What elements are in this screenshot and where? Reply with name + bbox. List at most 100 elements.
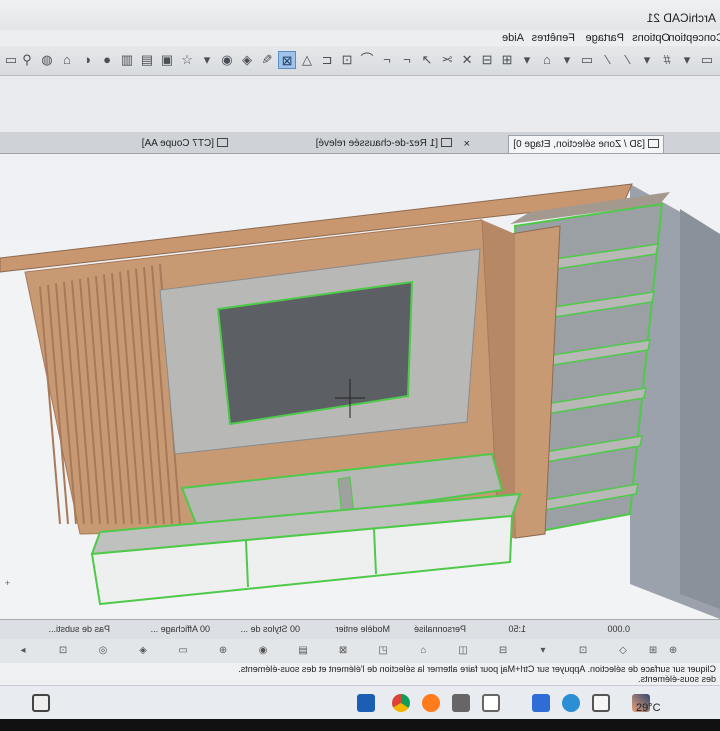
section-icon[interactable]: ⊏	[318, 51, 336, 69]
quick-tool-icon[interactable]: ⊞	[646, 644, 660, 658]
quick-tool-icon[interactable]: ◫	[456, 644, 470, 658]
pencil-icon[interactable]: ✎	[258, 51, 276, 69]
quick-tool-icon[interactable]: ▭	[176, 644, 190, 658]
lock-icon[interactable]: ▾	[558, 51, 576, 69]
menu-options[interactable]: Options	[632, 32, 670, 44]
snap-icon[interactable]: ▾	[638, 51, 656, 69]
quick-tool-icon[interactable]: ⊕	[216, 644, 230, 658]
align-icon[interactable]: ⊞	[498, 51, 516, 69]
tab-floor-plan[interactable]: [1 Rez-de-chaussée relevé]	[312, 135, 456, 153]
menu-aide[interactable]: Aide	[502, 32, 524, 44]
star-icon[interactable]: ☆	[178, 51, 196, 69]
hint-text: Cliquer sur surface de sélection. Appuye…	[238, 664, 716, 674]
dropdown-icon[interactable]: ▾	[198, 51, 216, 69]
weather-icon	[32, 694, 50, 712]
status-model-view[interactable]: Modèle entier	[335, 624, 390, 634]
status-coordinate[interactable]: 0.000	[607, 624, 630, 634]
quick-tool-icon[interactable]: ⊕	[666, 644, 680, 658]
sheet-icon[interactable]: ▤	[138, 51, 156, 69]
elevation-icon[interactable]: ⊡	[338, 51, 356, 69]
word-icon[interactable]	[532, 694, 550, 712]
archicad-icon[interactable]	[357, 694, 375, 712]
cloud-icon[interactable]: ◐	[78, 51, 96, 69]
quick-tool-icon[interactable]: ◉	[256, 644, 270, 658]
side-wall-shade	[680, 209, 720, 609]
library-icon[interactable]: ⌂	[58, 51, 76, 69]
render-icon[interactable]: ◉	[218, 51, 236, 69]
tab-plan-label: [1 Rez-de-chaussée relevé]	[315, 138, 438, 149]
pen-icon[interactable]: ∕	[618, 51, 636, 69]
image-icon[interactable]: ▣	[158, 51, 176, 69]
corner-icon[interactable]: ⌐	[378, 51, 396, 69]
quick-tool-icon[interactable]: ▤	[296, 644, 310, 658]
cross-icon[interactable]: ✕	[458, 51, 476, 69]
layout-icon[interactable]: ▥	[118, 51, 136, 69]
quick-tool-icon[interactable]: ⊡	[576, 644, 590, 658]
firefox-icon[interactable]	[422, 694, 440, 712]
settings-icon[interactable]: ◍	[38, 51, 56, 69]
section-window-icon	[217, 138, 228, 147]
triangle-icon[interactable]: △	[298, 51, 316, 69]
quick-tool-icon[interactable]: ⊡	[56, 644, 70, 658]
group-icon[interactable]: ⌂	[538, 51, 556, 69]
new-file-icon[interactable]: ▭	[698, 51, 716, 69]
hint-text-2: des sous-éléments.	[637, 674, 716, 684]
edge-icon[interactable]	[562, 694, 580, 712]
mirrored-photo-content: ArchiCAD 21 Conception Options Partage F…	[0, 0, 720, 731]
menu-fenetres[interactable]: Fenêtres	[532, 32, 575, 44]
scissors-icon[interactable]: ✂	[438, 51, 456, 69]
close-tab-icon[interactable]: ×	[464, 135, 470, 153]
quick-tool-icon[interactable]: ⌂	[416, 644, 430, 658]
chrome-icon[interactable]	[392, 694, 410, 712]
title-bar: ArchiCAD 21	[0, 0, 720, 30]
tab-3d-view[interactable]: [3D / Zone sélection, Etage 0]	[508, 135, 664, 153]
menu-partage[interactable]: Partage	[585, 32, 624, 44]
store-icon[interactable]	[452, 694, 470, 712]
3d-window-icon	[648, 139, 659, 148]
extra-icon[interactable]: ▭	[2, 51, 20, 69]
quick-options-bar: ⊕ ⊞ ◇ ⊡ ▾ ⊟ ◫ ⌂ ◰ ⊠ ▤ ◉ ⊕ ▭ ◈ ◎ ⊡ ▸	[0, 639, 720, 663]
quick-tool-icon[interactable]: ⊟	[496, 644, 510, 658]
tab-section[interactable]: [CT7 Coupe AA]	[138, 135, 232, 153]
marquee-icon[interactable]: ⊠	[278, 51, 296, 69]
trace-icon[interactable]: ↗	[418, 51, 436, 69]
menu-conception[interactable]: Conception	[668, 32, 720, 44]
globe-icon[interactable]: ●	[98, 51, 116, 69]
layer-icon[interactable]: ∕	[598, 51, 616, 69]
3d-viewport[interactable]: +	[0, 154, 720, 619]
plan-icon[interactable]: ⌒	[358, 51, 376, 69]
grid-icon[interactable]: #	[658, 51, 676, 69]
status-scale[interactable]: 1:50	[508, 624, 526, 634]
distribute-icon[interactable]: ⊟	[478, 51, 496, 69]
quick-tool-icon[interactable]: ▾	[536, 644, 550, 658]
quick-tool-icon[interactable]: ◎	[96, 644, 110, 658]
quick-tool-icon[interactable]: ◈	[136, 644, 150, 658]
quick-tool-icon[interactable]: ⊠	[336, 644, 350, 658]
view-tab-bar: [3D / Zone sélection, Etage 0] × [1 Rez-…	[0, 132, 720, 154]
plan-window-icon	[441, 138, 452, 147]
status-override[interactable]: Pas de substi...	[48, 624, 110, 634]
fill-icon[interactable]: ◈	[238, 51, 256, 69]
file-explorer-icon[interactable]	[592, 694, 610, 712]
windows-taskbar	[0, 685, 720, 719]
status-layer-combo[interactable]: Personnalisé	[414, 624, 466, 634]
monitor-bezel	[0, 719, 720, 731]
quick-tool-icon[interactable]: ▸	[16, 644, 30, 658]
open-file-icon[interactable]: ▾	[678, 51, 696, 69]
main-toolbar: ▭ ▾ # ▾ ∕ ∕ ▭ ▾ ⌂ ▾ ⊞ ⊟ ✕ ✂ ↗ ⌐ ⌐ ⌒ ⊡ ⊏ …	[0, 46, 720, 76]
select-icon[interactable]: ⌐	[398, 51, 416, 69]
pin-icon[interactable]: ⚲	[18, 51, 36, 69]
mail-icon[interactable]	[482, 694, 500, 712]
status-bar: 0.000 1:50 Personnalisé Modèle entier 00…	[0, 619, 720, 639]
ungroup-icon[interactable]: ▾	[518, 51, 536, 69]
status-pen-set[interactable]: 00 Stylos de ...	[240, 624, 300, 634]
quick-tool-icon[interactable]: ◇	[616, 644, 630, 658]
taskbar-temperature: 29°C	[636, 702, 661, 714]
tab-3d-label: [3D / Zone sélection, Etage 0]	[513, 139, 645, 150]
menu-bar: Conception Options Partage Fenêtres Aide	[0, 30, 720, 46]
quick-tool-icon[interactable]: ◰	[376, 644, 390, 658]
toolbar-area-empty	[0, 76, 720, 132]
status-display[interactable]: 00 Affichage ...	[151, 624, 210, 634]
surface-icon[interactable]: ▭	[578, 51, 596, 69]
hint-bar: Cliquer sur surface de sélection. Appuye…	[0, 663, 720, 685]
